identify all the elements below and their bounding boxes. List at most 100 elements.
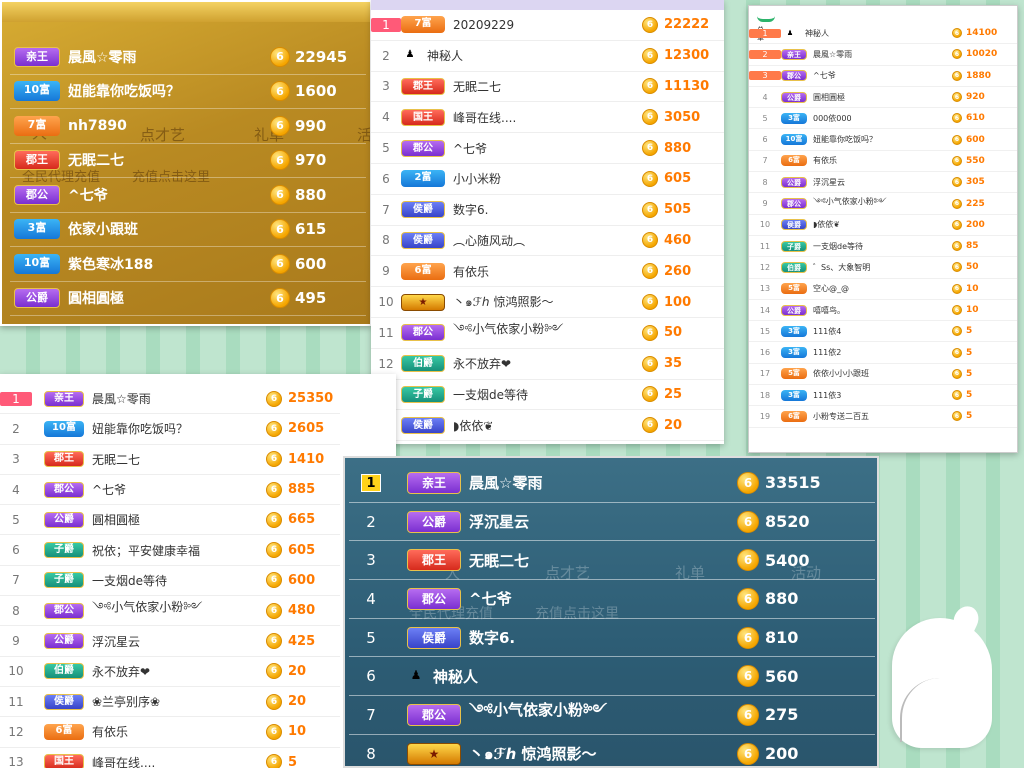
leaderboard-row[interactable]: 13 5富 空心@_@ 6 10 — [749, 279, 1017, 300]
leaderboard-row[interactable]: 2 ♟ 神秘人 6 12300 — [371, 41, 724, 72]
leaderboard-row[interactable]: 5 3富 000依000 6 610 — [749, 108, 1017, 130]
leaderboard-row[interactable]: 6 2富 小小米粉 6 605 — [371, 164, 724, 195]
user-name[interactable]: 峰哥在线.... — [445, 109, 642, 126]
user-name[interactable]: 000依000 — [807, 113, 952, 124]
user-name[interactable]: ^七爷 — [461, 588, 737, 609]
leaderboard-row[interactable]: 3 郡王 无眠二七 6 1410 — [0, 445, 340, 475]
leaderboard-row[interactable]: 8 侯爵 ︵心随风动︵ 6 460 — [371, 226, 724, 257]
user-name[interactable]: 圓相圓極 — [60, 288, 270, 308]
user-name[interactable]: 有依乐 — [84, 723, 266, 740]
leaderboard-row[interactable]: 2 亲王 晨風☆零雨 6 10020 — [749, 44, 1017, 66]
leaderboard-row[interactable]: 10富 紫色寒冰188 6 600 — [10, 247, 366, 282]
leaderboard-row[interactable]: 17 5富 依依小小小跟班 6 5 — [749, 364, 1017, 386]
user-name[interactable]: 依依小小小跟班 — [807, 368, 952, 379]
user-name[interactable]: 无眠二七 — [60, 150, 270, 170]
user-name[interactable]: ༺小气依家小粉༻ — [461, 694, 737, 736]
leaderboard-row[interactable]: 12 伯爵 永不放弃❤ 6 35 — [371, 349, 724, 380]
leaderboard-row[interactable]: 5 郡公 ^七爷 6 880 — [371, 133, 724, 164]
user-name[interactable]: 峰哥在线.... — [84, 754, 266, 768]
leaderboard-row[interactable]: 19 6富 小粉专送二百五 6 5 — [749, 406, 1017, 428]
leaderboard-row[interactable]: 3 郡公 ^七爷 6 1880 — [749, 66, 1017, 87]
user-name[interactable]: 圓相圓極 — [807, 92, 952, 103]
leaderboard-row[interactable]: 2 公爵 浮沉星云 6 8520 — [349, 503, 875, 542]
leaderboard-row[interactable]: 6 ♟ 神秘人 6 560 — [349, 657, 875, 697]
leaderboard-row[interactable]: 3 郡王 无眠二七 6 11130 — [371, 72, 724, 103]
leaderboard-row[interactable]: 10 伯爵 永不放弃❤ 6 20 — [0, 657, 340, 687]
leaderboard-row[interactable]: 2 10富 妞能靠你吃饭吗？ 6 2605 — [0, 414, 340, 445]
leaderboard-row[interactable]: 7富 nh7890 6 990 — [10, 109, 366, 144]
user-name[interactable]: 20209229 — [445, 18, 642, 32]
leaderboard-row[interactable]: 1 亲王 晨風☆零雨 6 25350 — [0, 384, 340, 415]
leaderboard-row[interactable]: 公爵 圓相圓極 6 495 — [10, 282, 366, 316]
user-name[interactable]: 111依4 — [807, 326, 952, 337]
user-name[interactable]: 神秘人 — [425, 666, 737, 687]
user-name[interactable]: 紫色寒冰188 — [60, 254, 270, 274]
user-name[interactable]: ゛Ss、大象智明 — [807, 262, 952, 273]
leaderboard-row[interactable]: 亲王 晨風☆零雨 6 22945 — [10, 40, 366, 75]
user-name[interactable]: 神秘人 — [419, 47, 642, 64]
user-name[interactable]: 妞能靠你吃饭吗？ — [84, 420, 266, 437]
user-name[interactable]: 神秘人 — [799, 28, 952, 39]
user-name[interactable]: 浮沉星云 — [461, 511, 737, 532]
leaderboard-row[interactable]: 6 子爵 祝依；平安健康幸福 6 605 — [0, 535, 340, 566]
user-name[interactable]: 丶๑ℱℎ 惊鸿照影～ — [461, 742, 737, 766]
leaderboard-row[interactable]: 14 公爵 嘻嘻鸟。 6 10 — [749, 300, 1017, 322]
user-name[interactable]: 依家小跟班 — [60, 219, 270, 239]
leaderboard-row[interactable]: 9 6富 有依乐 6 260 — [371, 256, 724, 288]
user-name[interactable]: ◗依依❦ — [807, 219, 952, 230]
user-name[interactable]: 晨風☆零雨 — [461, 472, 737, 493]
leaderboard-row[interactable]: 7 子爵 一支烟de等待 6 600 — [0, 566, 340, 597]
leaderboard-row[interactable]: 7 6富 有依乐 6 550 — [749, 151, 1017, 173]
user-name[interactable]: 空心@_@ — [807, 283, 952, 294]
leaderboard-row[interactable]: 13 国王 峰哥在线.... 6 5 — [0, 748, 340, 768]
user-name[interactable]: 嘻嘻鸟。 — [807, 305, 952, 316]
user-name[interactable]: nh7890 — [60, 118, 270, 134]
user-name[interactable]: ^七爷 — [807, 70, 952, 81]
user-name[interactable]: 妞能靠你吃饭吗？ — [807, 134, 952, 145]
leaderboard-row[interactable]: 9 郡公 ༺小气依家小粉༻ 6 225 — [749, 192, 1017, 215]
leaderboard-row[interactable]: 11 郡公 ༺小气依家小粉༻ 6 50 — [371, 318, 724, 349]
leaderboard-row[interactable]: 12 6富 有依乐 6 10 — [0, 717, 340, 748]
leaderboard-row[interactable]: 7 郡公 ༺小气依家小粉༻ 6 275 — [349, 696, 875, 735]
user-name[interactable]: 一支烟de等待 — [445, 386, 642, 403]
leaderboard-row[interactable]: 13子爵一支烟de等待625 — [371, 380, 724, 411]
leaderboard-row[interactable]: 8 公爵 浮沉星云 6 305 — [749, 172, 1017, 194]
user-name[interactable]: 晨風☆零雨 — [84, 390, 266, 407]
user-name[interactable]: 晨風☆零雨 — [60, 47, 270, 67]
user-name[interactable]: 小粉专送二百五 — [807, 411, 952, 422]
leaderboard-row[interactable]: 4 公爵 圓相圓極 6 920 — [749, 87, 1017, 109]
user-name[interactable]: 晨風☆零雨 — [807, 49, 952, 60]
user-name[interactable]: ^七爷 — [84, 481, 266, 498]
user-name[interactable]: 永不放弃❤ — [84, 663, 266, 680]
user-name[interactable]: ^七爷 — [60, 185, 270, 205]
user-name[interactable]: ༺小气依家小粉༻ — [445, 316, 642, 350]
user-name[interactable]: 小小米粉 — [445, 170, 642, 187]
user-name[interactable]: 数字6. — [445, 201, 642, 218]
leaderboard-row[interactable]: 郡王 无眠二七 6 970 — [10, 144, 366, 178]
user-name[interactable]: 数字6. — [461, 627, 737, 648]
leaderboard-row[interactable]: 16 3富 111依2 6 5 — [749, 342, 1017, 364]
user-name[interactable]: ◗依依❦ — [445, 417, 642, 434]
leaderboard-row[interactable]: 1 ♟ 神秘人 6 14100 — [749, 23, 1017, 45]
user-name[interactable]: ^七爷 — [445, 140, 642, 157]
leaderboard-row[interactable]: 郡公 ^七爷 6 880 — [10, 178, 366, 213]
leaderboard-row[interactable]: 8 郡公 ༺小气依家小粉༻ 6 480 — [0, 596, 340, 627]
user-name[interactable]: 妞能靠你吃饭吗？ — [60, 81, 270, 101]
user-name[interactable]: ༺小气依家小粉༻ — [807, 192, 952, 215]
user-name[interactable]: 111依2 — [807, 347, 952, 358]
leaderboard-row[interactable]: 9 公爵 浮沉星云 6 425 — [0, 626, 340, 657]
leaderboard-row[interactable]: 18 3富 111依3 6 5 — [749, 385, 1017, 407]
user-name[interactable]: 浮沉星云 — [84, 633, 266, 650]
user-name[interactable]: 111依3 — [807, 390, 952, 401]
leaderboard-row[interactable]: 10 侯爵 ◗依依❦ 6 200 — [749, 215, 1017, 236]
leaderboard-row[interactable]: 3 郡王 无眠二七 6 5400 — [349, 541, 875, 581]
leaderboard-row[interactable]: 10 ★ 丶๑ℱℎ 惊鸿照影～ 6 100 — [371, 287, 724, 318]
user-name[interactable]: 一支烟de等待 — [807, 241, 952, 252]
leaderboard-row[interactable]: 10富 妞能靠你吃饭吗？ 6 1600 — [10, 75, 366, 109]
leaderboard-row[interactable]: 3富 依家小跟班 6 615 — [10, 213, 366, 247]
user-name[interactable]: ︵心随风动︵ — [445, 232, 642, 249]
leaderboard-row[interactable]: 15 3富 111依4 6 5 — [749, 321, 1017, 343]
leaderboard-row[interactable]: 1 7富 20209229 6 22222 — [371, 10, 724, 41]
user-name[interactable]: ❀兰亭别序❀ — [84, 693, 266, 710]
leaderboard-row[interactable]: 4 郡公 ^七爷 6 885 — [0, 475, 340, 506]
